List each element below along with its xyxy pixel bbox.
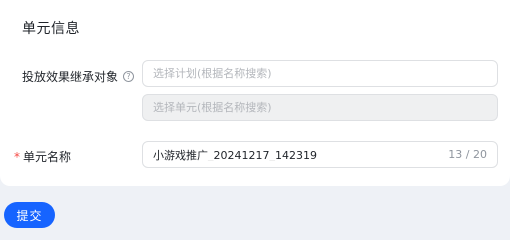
plan-search-input[interactable] bbox=[153, 67, 487, 80]
required-mark: * bbox=[14, 149, 20, 164]
inherit-label-row: 投放效果继承对象 ? bbox=[22, 68, 135, 85]
unit-info-card: 单元信息 投放效果继承对象 ? * 单元名称 13 / 20 bbox=[0, 0, 510, 186]
unit-name-label: 单元名称 bbox=[23, 150, 72, 164]
unit-name-input[interactable] bbox=[153, 148, 441, 161]
inherit-label: 投放效果继承对象 bbox=[22, 70, 119, 84]
section-title: 单元信息 bbox=[22, 21, 80, 37]
unit-select[interactable] bbox=[142, 94, 498, 121]
question-circle-icon[interactable]: ? bbox=[123, 71, 135, 82]
unit-name-field[interactable]: 13 / 20 bbox=[142, 141, 498, 168]
plan-select[interactable] bbox=[142, 60, 498, 87]
char-counter: 13 / 20 bbox=[448, 148, 487, 161]
submit-button[interactable]: 提交 bbox=[4, 202, 55, 228]
unit-name-label-row: * 单元名称 bbox=[14, 148, 71, 165]
unit-search-input[interactable] bbox=[153, 101, 487, 114]
